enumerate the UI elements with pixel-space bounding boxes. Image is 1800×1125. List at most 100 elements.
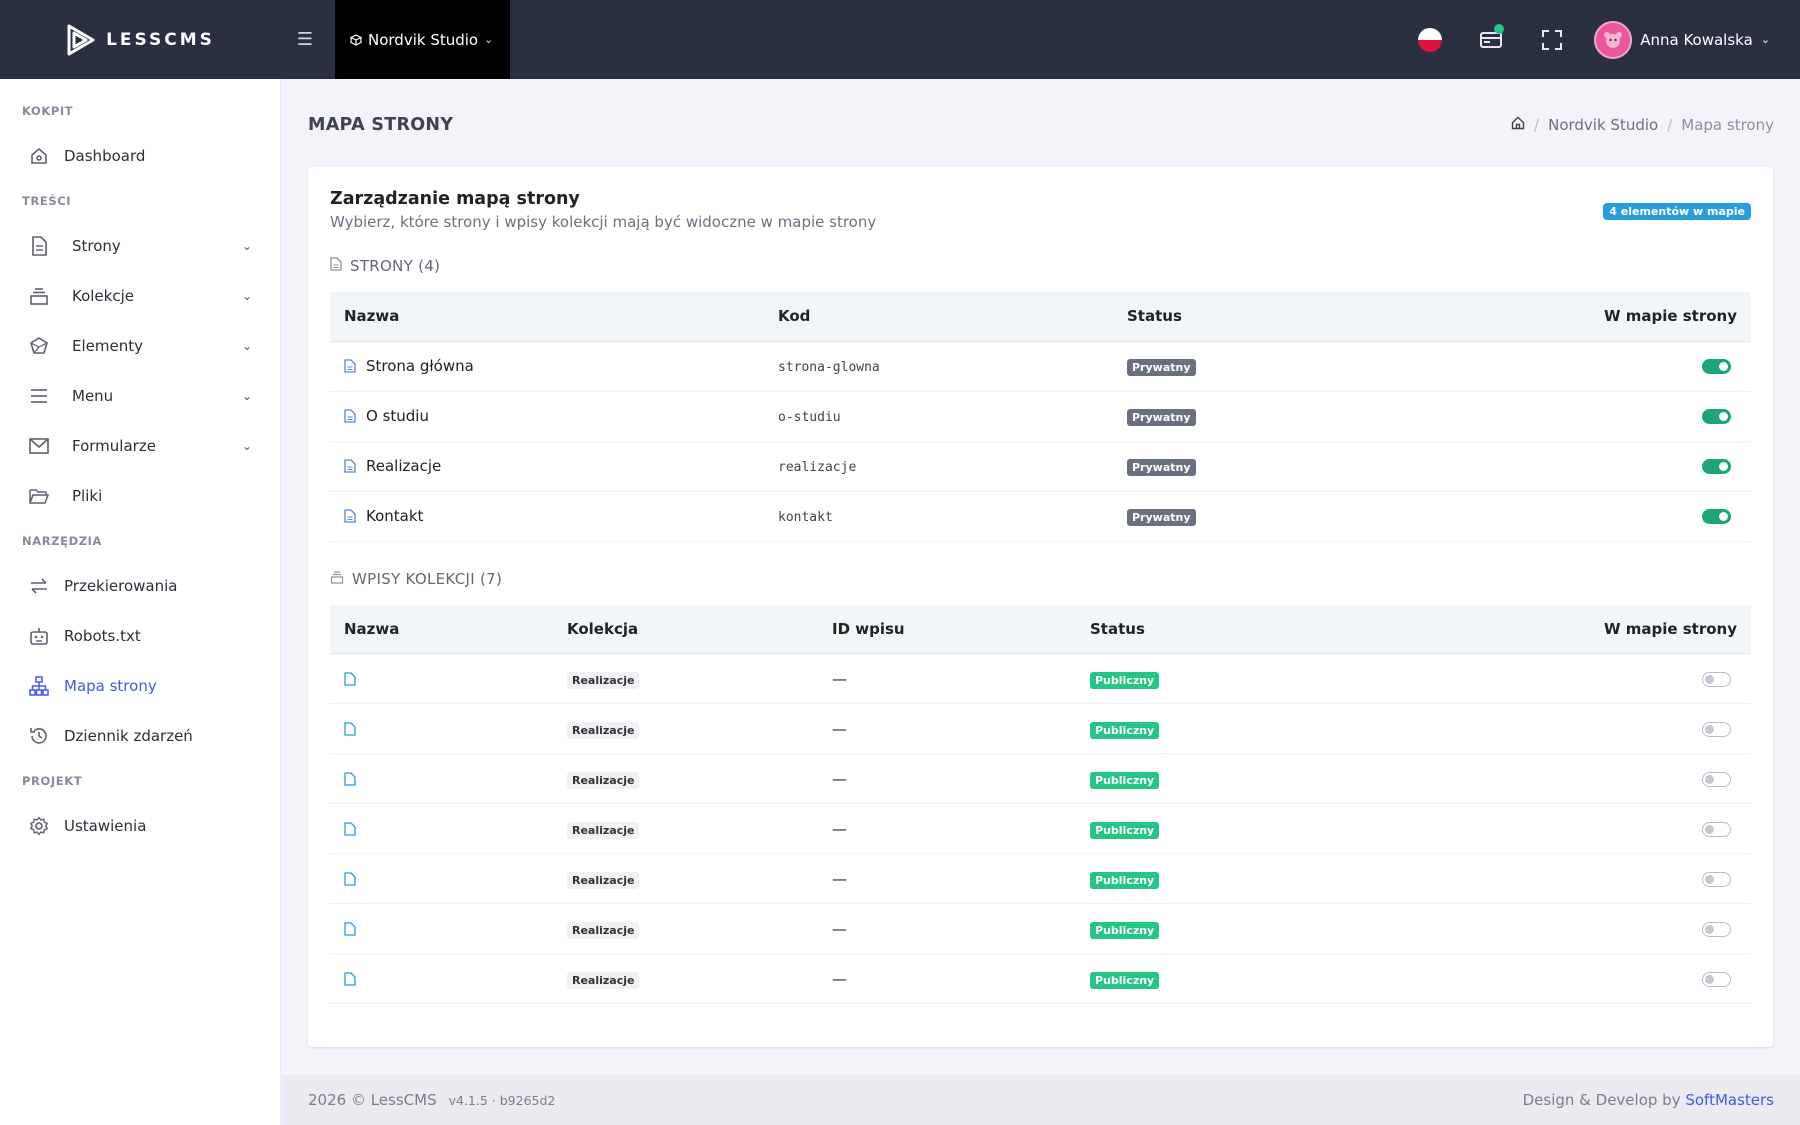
- column-header-entry-id[interactable]: ID wpisu: [818, 604, 1076, 654]
- table-header-row: Nazwa Kod Status W mapie strony: [330, 292, 1751, 342]
- sidebar-item-mapa-strony[interactable]: Mapa strony: [0, 661, 280, 711]
- status-badge: Prywatny: [1127, 409, 1196, 426]
- menu-section-narzedzia: NARZĘDZIA: [22, 534, 103, 548]
- fullscreen-icon: [1541, 29, 1562, 50]
- sidebar-item-strony[interactable]: Strony ⌄: [0, 221, 280, 271]
- sitemap-toggle[interactable]: [1702, 459, 1731, 474]
- cell-status: Prywatny: [1113, 491, 1353, 542]
- sitemap-toggle[interactable]: [1702, 771, 1731, 787]
- card-title: Zarządzanie mapą strony: [330, 189, 580, 209]
- footer-credit-link[interactable]: SoftMasters: [1685, 1091, 1774, 1109]
- topbar-actions: Anna Kowalska ⌄: [1399, 0, 1800, 79]
- table-row: Realizacje — Publiczny: [330, 653, 1751, 704]
- sidebar-item-label: Kolekcje: [72, 287, 134, 305]
- sitemap-toggle[interactable]: [1702, 409, 1731, 424]
- table-row: Realizacje — Publiczny: [330, 853, 1751, 904]
- pages-section-title: STRONY (4): [330, 255, 1751, 277]
- chevron-down-icon: ⌄: [241, 289, 252, 303]
- sitemap-toggle[interactable]: [1702, 509, 1731, 524]
- file-icon[interactable]: [344, 771, 356, 786]
- sidebar-item-menu[interactable]: Menu ⌄: [0, 371, 280, 421]
- file-icon[interactable]: [344, 921, 356, 936]
- breadcrumb-link-project[interactable]: Nordvik Studio: [1548, 116, 1658, 134]
- cell-in-map: [1330, 853, 1751, 904]
- sitemap-toggle[interactable]: [1702, 721, 1731, 737]
- sitemap-toggle[interactable]: [1702, 671, 1731, 687]
- column-header-code[interactable]: Kod: [764, 292, 1113, 342]
- file-icon[interactable]: [344, 721, 356, 736]
- column-header-name[interactable]: Nazwa: [330, 604, 553, 654]
- shapes-icon: [28, 335, 50, 357]
- file-icon: [330, 257, 342, 275]
- sidebar-item-label: Menu: [72, 387, 114, 405]
- fullscreen-button[interactable]: [1521, 0, 1582, 79]
- sidebar-item-formularze[interactable]: Formularze ⌄: [0, 421, 280, 471]
- footer-version: v4.1.5 · b9265d2: [448, 1092, 556, 1108]
- cell-code: o-studiu: [764, 391, 1113, 442]
- stack-icon: [330, 570, 344, 588]
- sitemap-toggle[interactable]: [1702, 971, 1731, 987]
- gear-icon: [28, 815, 50, 837]
- home-icon[interactable]: [1511, 116, 1525, 134]
- column-header-collection[interactable]: Kolekcja: [553, 604, 818, 654]
- stack-icon: [28, 285, 50, 307]
- column-header-status[interactable]: Status: [1113, 292, 1353, 342]
- table-row: Realizacje — Publiczny: [330, 803, 1751, 854]
- column-header-name[interactable]: Nazwa: [330, 292, 764, 342]
- cell-name: Realizacje: [330, 441, 764, 492]
- sidebar-item-dziennik[interactable]: Dziennik zdarzeń: [0, 711, 280, 761]
- file-icon[interactable]: [344, 871, 356, 886]
- entries-table: Nazwa Kolekcja ID wpisu Status W mapie s…: [330, 604, 1751, 1004]
- sidebar-item-kolekcje[interactable]: Kolekcje ⌄: [0, 271, 280, 321]
- sidebar-item-label: Pliki: [72, 487, 103, 505]
- file-icon[interactable]: [344, 971, 356, 986]
- user-menu[interactable]: Anna Kowalska ⌄: [1582, 0, 1800, 79]
- cell-entry-id: —: [818, 853, 1076, 904]
- cube-icon: [350, 33, 362, 46]
- billing-button[interactable]: [1460, 0, 1521, 79]
- mail-icon: [28, 435, 50, 457]
- cell-collection: Realizacje: [553, 853, 818, 904]
- logo[interactable]: LESSCMS: [0, 0, 281, 79]
- column-header-status[interactable]: Status: [1076, 604, 1331, 654]
- cell-in-map: [1352, 491, 1751, 542]
- avatar-icon: [1604, 31, 1623, 48]
- sidebar-item-robots[interactable]: Robots.txt: [0, 611, 280, 661]
- sitemap-toggle[interactable]: [1702, 821, 1731, 837]
- page-header: MAPA STRONY / Nordvik Studio / Mapa stro…: [282, 79, 1800, 171]
- cell-status: Publiczny: [1076, 903, 1331, 954]
- sidebar-item-pliki[interactable]: Pliki: [0, 471, 280, 521]
- cell-name: [330, 703, 553, 754]
- sidebar-item-przekierowania[interactable]: Przekierowania: [0, 561, 280, 611]
- cell-collection: Realizacje: [553, 803, 818, 854]
- cell-status: Publiczny: [1076, 853, 1331, 904]
- file-icon: [344, 409, 356, 423]
- cell-entry-id: —: [818, 903, 1076, 954]
- sidebar-item-label: Robots.txt: [64, 627, 141, 645]
- cell-status: Prywatny: [1113, 391, 1353, 442]
- column-header-in-map[interactable]: W mapie strony: [1352, 292, 1751, 342]
- file-icon[interactable]: [344, 821, 356, 836]
- table-row: O studiu o-studiu Prywatny: [330, 391, 1751, 442]
- page-title: MAPA STRONY: [308, 115, 454, 135]
- sidebar-item-dashboard[interactable]: Dashboard: [0, 131, 280, 181]
- project-switcher[interactable]: Nordvik Studio ⌄: [335, 0, 511, 79]
- cell-name: Strona główna: [330, 341, 764, 392]
- language-button[interactable]: [1399, 0, 1460, 79]
- chevron-down-icon: ⌄: [241, 439, 252, 453]
- pages-table: Nazwa Kod Status W mapie strony Strona g…: [330, 292, 1751, 542]
- sitemap-toggle[interactable]: [1702, 921, 1731, 937]
- breadcrumb-separator: /: [1667, 116, 1673, 134]
- menu-toggle-button[interactable]: ☰: [281, 0, 329, 79]
- status-badge: Publiczny: [1090, 871, 1160, 889]
- logo-text: LESSCMS: [106, 29, 215, 50]
- column-header-in-map[interactable]: W mapie strony: [1330, 604, 1751, 654]
- sitemap-toggle[interactable]: [1702, 871, 1731, 887]
- breadcrumb: / Nordvik Studio / Mapa strony: [1511, 116, 1774, 134]
- sidebar-item-elementy[interactable]: Elementy ⌄: [0, 321, 280, 371]
- sitemap-toggle[interactable]: [1702, 359, 1731, 374]
- cell-name: [330, 903, 553, 954]
- file-icon[interactable]: [344, 671, 356, 686]
- file-icon: [344, 509, 356, 523]
- sidebar-item-ustawienia[interactable]: Ustawienia: [0, 801, 280, 851]
